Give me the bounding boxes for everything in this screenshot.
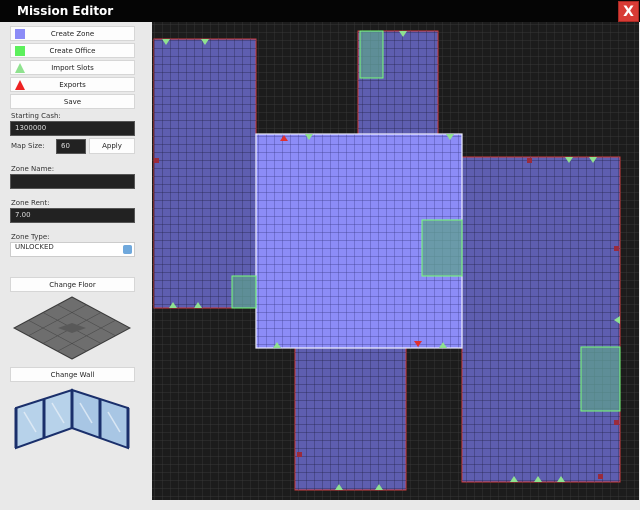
zone-edge-marker: [527, 158, 532, 163]
change-wall-label: Change Wall: [50, 370, 95, 379]
zone-type-label: Zone Type:: [11, 233, 50, 241]
zone-area-bottom[interactable]: [294, 346, 407, 491]
chevron-down-icon: [123, 245, 132, 254]
save-button[interactable]: Save: [10, 94, 135, 109]
zone-edge-marker: [598, 474, 603, 479]
create-zone-button[interactable]: Create Zone: [10, 26, 135, 41]
zone-type-value: UNLOCKED: [15, 243, 54, 251]
import-slots-button[interactable]: Import Slots: [10, 60, 135, 75]
zone-rent-label: Zone Rent:: [11, 199, 50, 207]
zone-edge-marker: [614, 420, 619, 425]
window-title: Mission Editor: [17, 4, 114, 18]
exports-label: Exports: [59, 80, 86, 89]
save-label: Save: [63, 97, 82, 106]
zone-name-input[interactable]: [10, 174, 135, 189]
editor-sidebar: Create Zone Create Office Import Slots E…: [0, 22, 152, 510]
zone-edge-marker: [154, 158, 159, 163]
zone-area-right[interactable]: [461, 156, 621, 483]
create-zone-label: Create Zone: [50, 29, 95, 38]
starting-cash-label: Starting Cash:: [11, 112, 61, 120]
office-area[interactable]: [580, 346, 621, 412]
zone-area-left[interactable]: [153, 38, 257, 309]
create-office-label: Create Office: [49, 46, 96, 55]
starting-cash-input[interactable]: 1300000: [10, 121, 135, 136]
close-button[interactable]: X: [618, 1, 639, 22]
window-titlebar: Mission Editor X: [0, 0, 640, 22]
create-office-button[interactable]: Create Office: [10, 43, 135, 58]
zone-edge-marker: [297, 452, 302, 457]
map-canvas[interactable]: [152, 22, 639, 500]
floor-tile-preview: [12, 296, 132, 360]
office-area[interactable]: [231, 275, 257, 309]
import-slots-label: Import Slots: [51, 63, 94, 72]
change-floor-button[interactable]: Change Floor: [10, 277, 135, 292]
zone-rent-input[interactable]: 7.00: [10, 208, 135, 223]
apply-button[interactable]: Apply: [89, 138, 135, 154]
map-size-label: Map Size:: [11, 142, 45, 150]
map-size-input[interactable]: 60: [56, 139, 86, 154]
map-grid[interactable]: [152, 22, 639, 500]
zone-edge-marker: [614, 246, 619, 251]
change-floor-label: Change Floor: [49, 280, 96, 289]
zone-name-label: Zone Name:: [11, 165, 55, 173]
office-area[interactable]: [359, 30, 384, 79]
office-area[interactable]: [421, 219, 463, 277]
wall-segment-preview: [14, 388, 130, 450]
zone-type-select[interactable]: UNLOCKED: [10, 242, 135, 257]
change-wall-button[interactable]: Change Wall: [10, 367, 135, 382]
exports-button[interactable]: Exports: [10, 77, 135, 92]
